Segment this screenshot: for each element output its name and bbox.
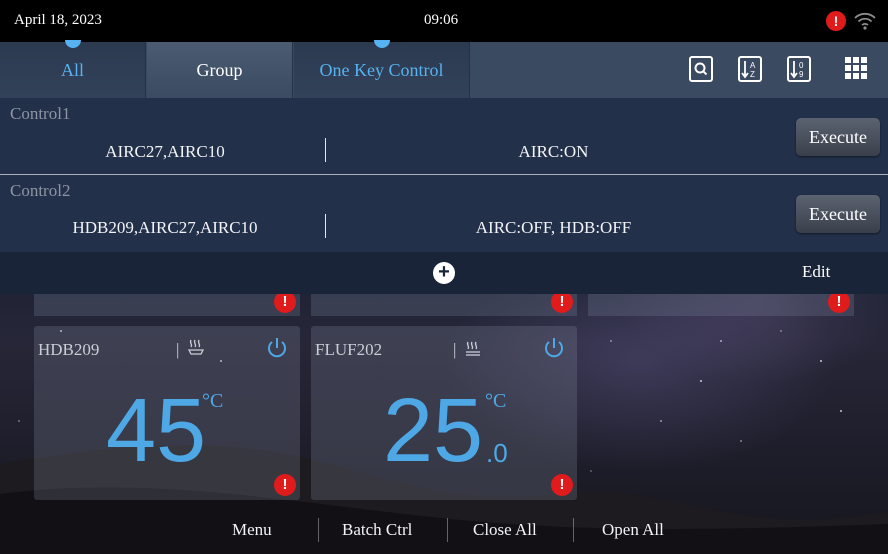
status-time: 09:06 (424, 12, 459, 28)
error-icon[interactable]: ! (551, 291, 573, 313)
device-name: FLUF202 (315, 340, 383, 359)
control-name: Control2 (10, 181, 71, 200)
menu-button[interactable]: Menu (232, 520, 272, 540)
tab-bar: All Group One Key Control AZ 09 (0, 40, 888, 98)
heating-icon (188, 339, 204, 355)
wifi-icon (854, 12, 876, 30)
control-devices: HDB209,AIRC27,AIRC10 (72, 218, 258, 237)
grid-view-icon[interactable] (845, 57, 867, 79)
sort-alpha-icon[interactable]: AZ (738, 56, 762, 82)
status-bar: April 18, 2023 09:06 ! (0, 0, 888, 42)
control-row: Control2 HDB209,AIRC27,AIRC10 AIRC:OFF, … (0, 175, 888, 251)
sort-numeric-icon[interactable]: 09 (787, 56, 811, 82)
temperature-unit: °C (485, 390, 507, 412)
alarm-icon[interactable]: ! (826, 11, 846, 31)
tab-all-label: All (60, 59, 84, 80)
error-icon[interactable]: ! (274, 474, 296, 496)
tab-group[interactable]: Group (147, 42, 293, 98)
bottom-menu: Menu Batch Ctrl Close All Open All (0, 508, 888, 554)
svg-text:0: 0 (799, 61, 804, 70)
card-divider: | (176, 340, 180, 359)
tab-one-key-control[interactable]: One Key Control (294, 40, 470, 98)
control-name: Control1 (10, 104, 71, 123)
active-tab-indicator (64, 40, 81, 48)
status-date: April 18, 2023 (14, 12, 102, 28)
control-row: Control1 AIRC27,AIRC10 AIRC:ON Execute (0, 98, 888, 175)
control-actions: AIRC:OFF, HDB:OFF (475, 218, 632, 237)
device-card-partial[interactable]: ! (588, 291, 854, 316)
add-control-button[interactable]: + (433, 262, 455, 284)
toolbar (471, 42, 888, 98)
edit-button[interactable]: Edit (802, 262, 830, 282)
error-icon[interactable]: ! (551, 474, 573, 496)
floor-heating-icon (466, 341, 480, 356)
tab-all[interactable]: All (0, 40, 146, 98)
power-icon[interactable] (266, 336, 288, 360)
control-actions: AIRC:ON (518, 142, 589, 161)
temperature-value: 25 (383, 381, 484, 481)
control-footer: + Edit (0, 252, 888, 294)
device-card-partial[interactable]: ! (34, 291, 300, 316)
power-icon[interactable] (543, 336, 565, 360)
device-name: HDB209 (38, 340, 100, 359)
execute-button[interactable]: Execute (796, 118, 880, 156)
device-card[interactable]: FLUF202 | 25 °C .0 ! (311, 326, 577, 500)
close-all-button[interactable]: Close All (473, 520, 537, 540)
menu-divider (573, 518, 574, 542)
control-devices: AIRC27,AIRC10 (105, 142, 225, 161)
error-icon[interactable]: ! (274, 291, 296, 313)
device-card[interactable]: HDB209 | 45 °C ! (34, 326, 300, 500)
search-icon[interactable] (689, 56, 713, 82)
device-card-partial[interactable]: ! (311, 291, 577, 316)
card-divider: | (453, 340, 457, 359)
svg-text:A: A (750, 61, 756, 70)
svg-text:Z: Z (750, 70, 755, 79)
tab-group-label: Group (196, 59, 243, 80)
batch-ctrl-button[interactable]: Batch Ctrl (342, 520, 412, 540)
execute-button[interactable]: Execute (796, 195, 880, 233)
tab-one-key-control-label: One Key Control (319, 59, 444, 80)
temperature-value: 45 (106, 381, 207, 481)
menu-divider (447, 518, 448, 542)
open-all-button[interactable]: Open All (602, 520, 664, 540)
svg-text:9: 9 (799, 70, 804, 79)
active-tab-indicator (373, 40, 390, 48)
error-icon[interactable]: ! (828, 291, 850, 313)
temperature-decimal: .0 (486, 438, 508, 468)
menu-divider (318, 518, 319, 542)
one-key-control-panel: Control1 AIRC27,AIRC10 AIRC:ON Execute C… (0, 98, 888, 294)
temperature-unit: °C (202, 390, 224, 412)
